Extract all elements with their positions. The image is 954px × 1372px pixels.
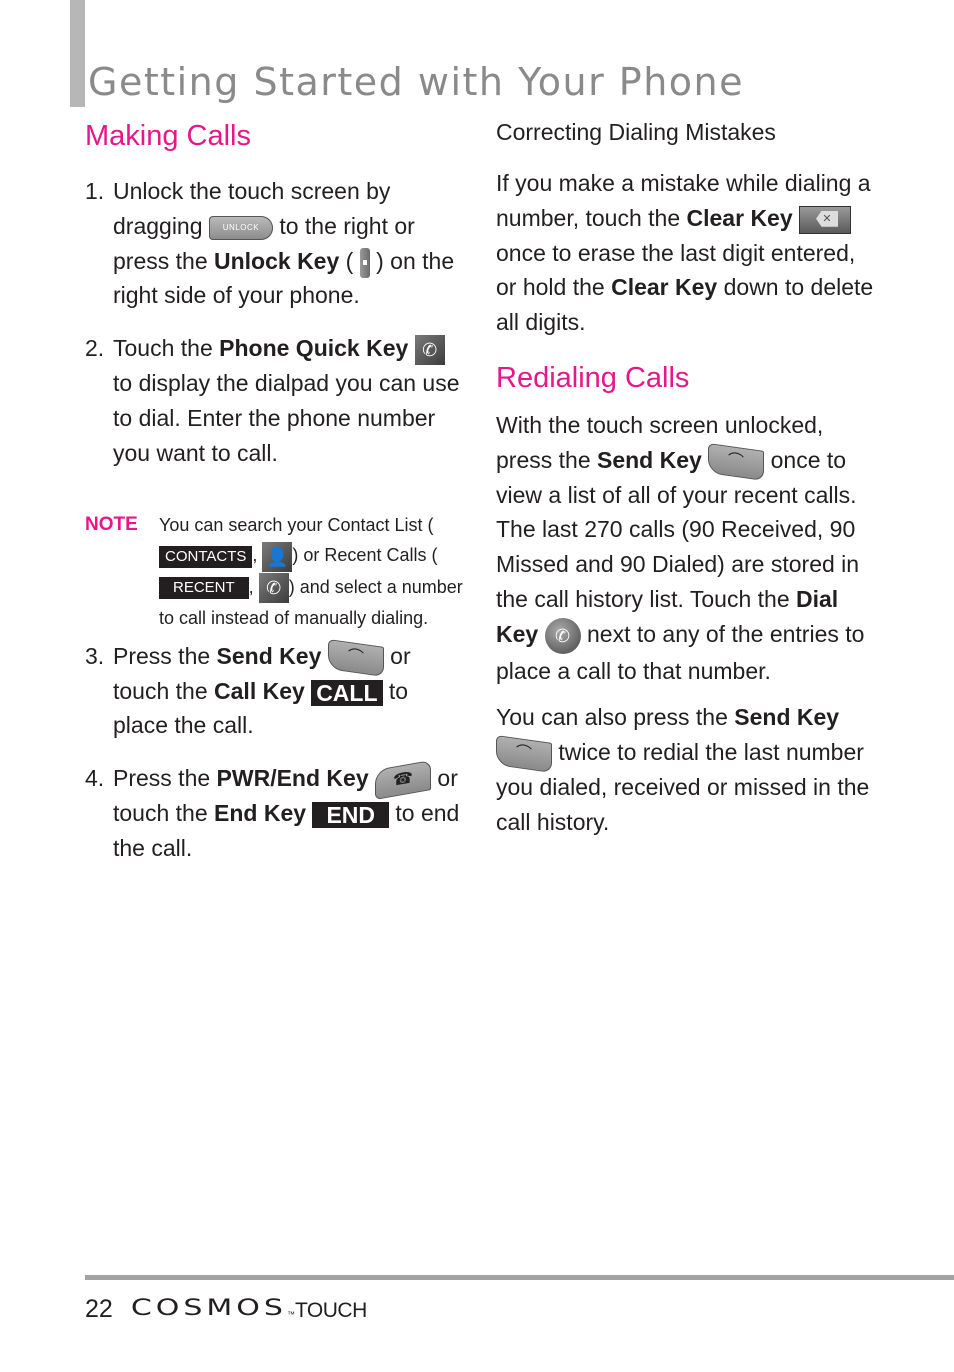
recent-calls-icon: ✆ bbox=[258, 572, 289, 603]
pwr-end-key-label: PWR/End Key bbox=[216, 765, 369, 792]
step-1: 1. Unlock the touch screen by dragging U… bbox=[85, 178, 455, 309]
send-key-label: Send Key bbox=[216, 642, 322, 669]
end-key-icon: ☎ bbox=[375, 760, 432, 801]
call-key-label: Call Key bbox=[214, 677, 305, 704]
step-3: 3. Press the Send Key ⌒ or touch the Cal… bbox=[85, 638, 465, 743]
left-column: Making Calls 1. Unlock the touch screen … bbox=[85, 112, 465, 866]
note-label: NOTE bbox=[85, 514, 138, 536]
footer: 22 COSMOS ™ TOUCH bbox=[85, 1290, 367, 1333]
contacts-tag: CONTACTS bbox=[159, 545, 253, 568]
send-key-icon: ⌒ bbox=[496, 735, 552, 774]
redialing-heading: Redialing Calls bbox=[496, 361, 690, 394]
send-key-icon: ⌒ bbox=[327, 638, 384, 677]
making-calls-heading: Making Calls bbox=[85, 120, 251, 152]
right-column: Correcting Dialing Mistakes If you make … bbox=[496, 112, 876, 840]
phone-quick-key-label: Phone Quick Key bbox=[219, 335, 409, 362]
step-2: 2. Touch the Phone Quick Key ✆ to displa… bbox=[85, 335, 460, 466]
correcting-paragraph: If you make a mistake while dialing a nu… bbox=[496, 166, 876, 340]
phone-quick-key-icon: ✆ bbox=[414, 335, 445, 366]
redialing-paragraph-2: You can also press the Send Key ⌒ twice … bbox=[496, 704, 870, 835]
step-4: 4. Press the PWR/End Key ☎ or touch the … bbox=[85, 760, 465, 865]
page-title: Getting Started with Your Phone bbox=[88, 60, 744, 105]
redialing-paragraph-1: With the touch screen unlocked, press th… bbox=[496, 411, 865, 684]
footer-rule bbox=[85, 1275, 954, 1280]
correcting-heading: Correcting Dialing Mistakes bbox=[496, 119, 776, 145]
call-tag: CALL bbox=[311, 679, 383, 706]
dial-key-icon: ✆ bbox=[544, 617, 581, 654]
brand-logo: COSMOS bbox=[130, 1294, 287, 1321]
clear-key-icon bbox=[799, 205, 852, 234]
contacts-icon: 👤 bbox=[262, 541, 293, 572]
unlock-key-label: Unlock Key bbox=[214, 247, 340, 274]
brand-subtitle: TOUCH bbox=[294, 1299, 367, 1322]
page-number: 22 bbox=[85, 1295, 113, 1323]
end-tag: END bbox=[312, 801, 390, 828]
note-box: NOTE You can search your Contact List ( … bbox=[85, 510, 465, 633]
send-key-icon: ⌒ bbox=[708, 442, 765, 481]
trademark-symbol: ™ bbox=[286, 1310, 295, 1319]
end-key-label: End Key bbox=[214, 800, 307, 827]
unlock-slider-icon: UNLOCK bbox=[208, 215, 273, 240]
unlock-key-icon bbox=[359, 247, 370, 278]
recent-tag: RECENT bbox=[159, 576, 249, 599]
title-accent-bar bbox=[70, 0, 85, 107]
